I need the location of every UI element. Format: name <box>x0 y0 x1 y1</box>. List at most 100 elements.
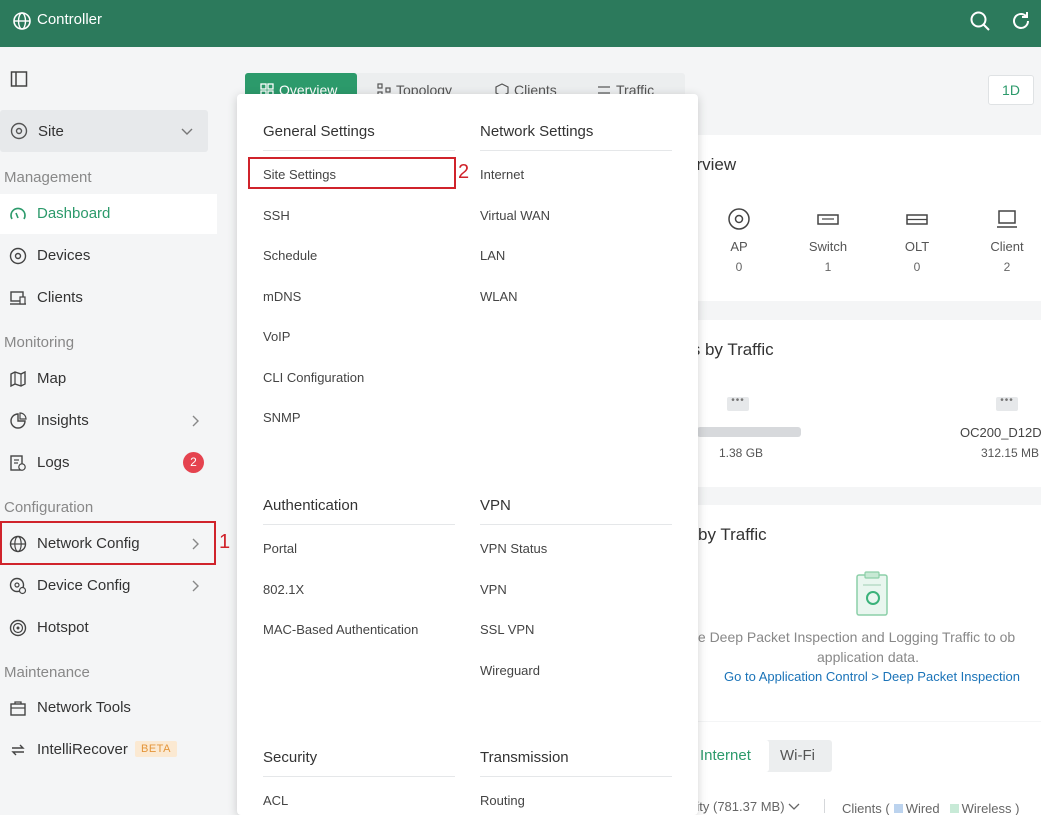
sidebar-item-label: Logs <box>37 454 70 471</box>
menu-item-vpn[interactable]: VPN <box>480 582 507 597</box>
menu-item-wlan[interactable]: WLAN <box>480 289 518 304</box>
menu-item-wireguard[interactable]: Wireguard <box>480 663 540 678</box>
sidebar-item-dashboard[interactable]: Dashboard <box>0 194 217 234</box>
dpi-hint-text: ble Deep Packet Inspection and Logging T… <box>687 629 1016 645</box>
menu-item-mdns[interactable]: mDNS <box>263 289 301 304</box>
segment-internet[interactable]: Internet <box>687 740 769 772</box>
sidebar-item-network-tools[interactable]: Network Tools <box>0 688 217 728</box>
site-selector[interactable]: Site <box>0 110 208 152</box>
time-range-button[interactable]: 1D <box>988 75 1034 105</box>
section-monitoring: Monitoring <box>4 334 75 351</box>
wireless-swatch <box>949 804 959 813</box>
menu-group-general-title: General Settings <box>263 123 375 140</box>
traffic-value: 1.38 GB <box>719 446 764 460</box>
sidebar-item-intellirecover[interactable]: IntelliRecover BETA <box>0 730 217 770</box>
menu-item-mac-based-auth[interactable]: MAC-Based Authentication <box>263 622 418 637</box>
sidebar-item-device-config[interactable]: Device Config <box>0 566 217 606</box>
sidebar-item-devices[interactable]: Devices <box>0 236 217 276</box>
divider <box>480 776 672 777</box>
logs-count-badge: 2 <box>183 452 204 473</box>
menu-item-ssh[interactable]: SSH <box>263 208 290 223</box>
devices-icon <box>9 247 27 265</box>
menu-item-ssl-vpn[interactable]: SSL VPN <box>480 622 534 637</box>
sidebar-item-label: Clients <box>37 289 83 306</box>
menu-item-cli-configuration[interactable]: CLI Configuration <box>263 370 364 385</box>
beta-badge: BETA <box>135 741 177 757</box>
overview-card: erview AP 0 Switch 1 OLT 0 Client 2 <box>687 135 1041 301</box>
app-traffic-title: by Traffic <box>698 525 767 544</box>
toolbox-icon <box>10 701 26 716</box>
sidebar-item-logs[interactable]: Logs 2 <box>0 443 217 483</box>
clients-icon <box>10 291 26 305</box>
clipboard-chart-icon <box>856 571 888 616</box>
menu-item-internet[interactable]: Internet <box>480 167 524 182</box>
chevron-down-icon <box>181 128 193 135</box>
menu-item-schedule[interactable]: Schedule <box>263 248 317 263</box>
section-maintenance: Maintenance <box>4 664 90 681</box>
device-olt: OLT 0 <box>877 207 957 274</box>
divider <box>263 524 455 525</box>
divider <box>263 150 455 151</box>
device-count: 2 <box>1003 260 1011 274</box>
blurred-device-name <box>697 427 801 437</box>
globe-logo-icon <box>13 12 31 30</box>
chevron-right-icon <box>192 415 199 427</box>
traffic-device-name: OC200_D12DD <box>960 425 1041 440</box>
olt-icon <box>906 214 928 225</box>
hotspot-icon <box>9 619 27 637</box>
sidebar-item-label: Dashboard <box>37 205 111 222</box>
divider <box>263 776 455 777</box>
chevron-right-icon <box>192 580 199 592</box>
refresh-icon[interactable] <box>1009 9 1033 33</box>
sidebar: Site Management Dashboard Devices Client… <box>0 47 217 815</box>
sidebar-toggle-icon[interactable] <box>10 70 28 88</box>
device-client: Client 2 <box>967 207 1041 274</box>
menu-item-virtual-wan[interactable]: Virtual WAN <box>480 208 550 223</box>
sidebar-item-label: Map <box>37 370 67 387</box>
menu-item-8021x[interactable]: 802.1X <box>263 582 304 597</box>
device-count: 1 <box>824 260 832 274</box>
step-marker-2: 2 <box>458 161 470 183</box>
more-dots-icon[interactable]: ••• <box>727 396 749 411</box>
sidebar-item-insights[interactable]: Insights <box>0 401 217 441</box>
wired-swatch <box>893 804 903 813</box>
menu-item-voip[interactable]: VoIP <box>263 329 290 344</box>
menu-item-vpn-status[interactable]: VPN Status <box>480 541 547 556</box>
sidebar-item-hotspot[interactable]: Hotspot <box>0 608 217 648</box>
sidebar-item-label: Hotspot <box>37 619 89 636</box>
menu-item-snmp[interactable]: SNMP <box>263 410 301 425</box>
recover-arrows-icon <box>11 744 25 756</box>
dpi-settings-link[interactable]: Go to Application Control > Deep Packet … <box>724 669 1020 684</box>
menu-item-portal[interactable]: Portal <box>263 541 297 556</box>
divider <box>480 150 672 151</box>
dpi-hint-text-2: application data. <box>817 649 919 665</box>
menu-item-lan[interactable]: LAN <box>480 248 505 263</box>
device-name: OLT <box>904 239 930 254</box>
segment-wifi[interactable]: Wi-Fi <box>780 740 830 772</box>
clients-legend: Clients (Wired Wireless ) <box>842 801 1019 815</box>
activity-dropdown[interactable]: ivity (781.37 MB) <box>687 799 800 814</box>
menu-group-vpn-title: VPN <box>480 497 511 514</box>
sidebar-item-map[interactable]: Map <box>0 359 217 399</box>
dashboard-gauge-icon <box>10 207 26 220</box>
client-monitor-icon <box>997 210 1017 228</box>
sidebar-item-label: IntelliRecover <box>37 741 128 758</box>
sidebar-item-clients[interactable]: Clients <box>0 278 217 318</box>
traffic-title: ts by Traffic <box>687 340 774 359</box>
ap-icon <box>728 208 750 230</box>
device-config-icon <box>9 577 27 595</box>
traffic-value: 312.15 MB <box>981 446 1040 460</box>
menu-group-network-title: Network Settings <box>480 123 594 140</box>
map-icon <box>10 370 26 388</box>
app-traffic-card: by Traffic ble Deep Packet Inspection an… <box>687 505 1041 721</box>
menu-item-routing[interactable]: Routing <box>480 793 525 808</box>
section-configuration: Configuration <box>4 499 94 516</box>
sidebar-item-label: Devices <box>37 247 91 264</box>
menu-group-transmission-title: Transmission <box>480 749 569 766</box>
search-icon[interactable] <box>968 9 992 33</box>
device-count: 0 <box>913 260 921 274</box>
divider <box>480 524 672 525</box>
more-dots-icon[interactable]: ••• <box>996 396 1018 411</box>
menu-item-acl[interactable]: ACL <box>263 793 288 808</box>
top-bar: Controller <box>0 0 1041 47</box>
